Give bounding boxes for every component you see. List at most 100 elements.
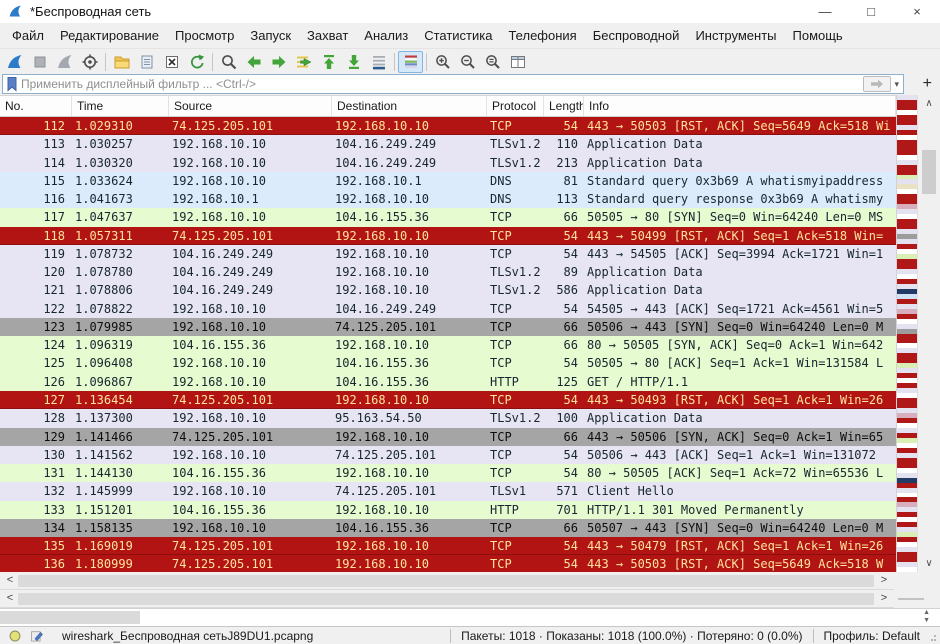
packet-row[interactable]: 1161.041673192.168.10.1 192.168.10.10DNS… xyxy=(0,190,896,208)
spin-down-icon[interactable]: ▼ xyxy=(923,617,930,625)
scroll-right-icon[interactable]: > xyxy=(876,590,892,607)
packet-row[interactable]: 1291.14146674.125.205.101 192.168.10.10T… xyxy=(0,428,896,446)
close-file-icon[interactable] xyxy=(159,51,184,73)
minimap[interactable] xyxy=(896,95,917,572)
column-header-time[interactable]: Time xyxy=(72,96,169,116)
filter-bookmark-icon[interactable] xyxy=(5,76,19,92)
menu-item-2[interactable]: Просмотр xyxy=(167,28,242,43)
packet-row[interactable]: 1361.18099974.125.205.101 192.168.10.10T… xyxy=(0,555,896,573)
menu-item-4[interactable]: Захват xyxy=(299,28,356,43)
spin-up-icon[interactable]: ▲ xyxy=(923,609,930,617)
reload-file-icon[interactable] xyxy=(184,51,209,73)
packet-row[interactable]: 1121.02931074.125.205.101 192.168.10.10T… xyxy=(0,117,896,135)
pane-splitter-handle[interactable] xyxy=(898,598,924,600)
packet-row[interactable]: 1251.096408192.168.10.10 104.16.155.36TC… xyxy=(0,354,896,372)
display-filter-field[interactable]: ▾ xyxy=(2,74,904,94)
go-forward-icon[interactable] xyxy=(266,51,291,73)
packet-row[interactable]: 1181.05731174.125.205.101 192.168.10.10T… xyxy=(0,227,896,245)
menu-item-5[interactable]: Анализ xyxy=(356,28,416,43)
packet-list-hscrollbar[interactable]: < > xyxy=(0,572,894,590)
expert-info-icon[interactable] xyxy=(8,629,22,643)
column-header-source[interactable]: Source xyxy=(169,96,332,116)
scroll-left-icon[interactable]: < xyxy=(2,572,18,589)
colorize-packets-icon[interactable] xyxy=(398,51,423,73)
menu-item-9[interactable]: Инструменты xyxy=(687,28,784,43)
menu-item-10[interactable]: Помощь xyxy=(785,28,851,43)
find-packet-icon[interactable] xyxy=(216,51,241,73)
packet-row[interactable]: 1341.158135192.168.10.10 104.16.155.36TC… xyxy=(0,519,896,537)
resize-columns-icon[interactable] xyxy=(505,51,530,73)
go-last-packet-icon[interactable] xyxy=(341,51,366,73)
column-header-length[interactable]: Length xyxy=(544,96,584,116)
packet-row[interactable]: 1131.030257192.168.10.10 104.16.249.249T… xyxy=(0,135,896,153)
capture-options-icon[interactable] xyxy=(77,51,102,73)
packet-row[interactable]: 1281.137300192.168.10.10 95.163.54.50TLS… xyxy=(0,409,896,427)
vertical-scrollbar-thumb[interactable] xyxy=(922,150,936,194)
packet-row[interactable]: 1211.078806104.16.249.249 192.168.10.10T… xyxy=(0,281,896,299)
packet-row[interactable]: 1331.151201104.16.155.36 192.168.10.10HT… xyxy=(0,501,896,519)
zoom-out-icon[interactable] xyxy=(455,51,480,73)
scroll-up-icon[interactable]: ∧ xyxy=(918,98,940,109)
packet-row[interactable]: 1271.13645474.125.205.101 192.168.10.10T… xyxy=(0,391,896,409)
zoom-in-icon[interactable] xyxy=(430,51,455,73)
menu-item-1[interactable]: Редактирование xyxy=(52,28,167,43)
maximize-button[interactable]: □ xyxy=(848,0,894,23)
go-to-packet-icon[interactable] xyxy=(291,51,316,73)
column-header-destination[interactable]: Destination xyxy=(332,96,487,116)
packet-row[interactable]: 1151.033624192.168.10.10 192.168.10.1DNS… xyxy=(0,172,896,190)
packet-rows: 1121.02931074.125.205.101 192.168.10.10T… xyxy=(0,117,896,573)
stop-capture-icon[interactable] xyxy=(27,51,52,73)
vertical-scrollbar[interactable]: ∧ ∨ xyxy=(917,95,940,572)
packet-row[interactable]: 1241.096319104.16.155.36 192.168.10.10TC… xyxy=(0,336,896,354)
scroll-right-icon[interactable]: > xyxy=(876,572,892,589)
packet-row[interactable]: 1231.079985192.168.10.10 74.125.205.101T… xyxy=(0,318,896,336)
go-first-packet-icon[interactable] xyxy=(316,51,341,73)
hscrollbar-thumb[interactable] xyxy=(18,593,874,605)
minimize-button[interactable]: — xyxy=(802,0,848,23)
packet-row[interactable]: 1191.078732104.16.249.249 192.168.10.10T… xyxy=(0,245,896,263)
detail-pane-hscrollbar[interactable]: < > xyxy=(0,590,894,608)
menu-item-6[interactable]: Статистика xyxy=(416,28,500,43)
packet-row[interactable]: 1141.030320192.168.10.10 104.16.249.249T… xyxy=(0,154,896,172)
packet-row[interactable]: 1321.145999192.168.10.10 74.125.205.101T… xyxy=(0,482,896,500)
column-header-info[interactable]: Info xyxy=(584,96,896,116)
scroll-left-icon[interactable]: < xyxy=(2,590,18,607)
add-filter-button-icon[interactable]: + xyxy=(923,73,932,95)
packet-row[interactable]: 1171.047637192.168.10.10 104.16.155.36TC… xyxy=(0,208,896,226)
packet-row[interactable]: 1221.078822192.168.10.10 104.16.249.249T… xyxy=(0,300,896,318)
packet-row[interactable]: 1261.096867192.168.10.10 104.16.155.36HT… xyxy=(0,373,896,391)
close-button[interactable]: × xyxy=(894,0,940,23)
filter-bar: ▾ + xyxy=(0,73,940,95)
save-file-icon[interactable] xyxy=(134,51,159,73)
hscrollbar-thumb[interactable] xyxy=(18,575,874,587)
packet-row[interactable]: 1351.16901974.125.205.101 192.168.10.10T… xyxy=(0,537,896,555)
start-capture-icon[interactable] xyxy=(2,51,27,73)
menu-item-0[interactable]: Файл xyxy=(4,28,52,43)
filter-dropdown-caret-icon[interactable]: ▾ xyxy=(894,79,899,90)
capture-comment-icon[interactable] xyxy=(30,629,44,643)
packet-row[interactable]: 1301.141562192.168.10.10 74.125.205.101T… xyxy=(0,446,896,464)
collapsed-pane-thumb[interactable] xyxy=(0,611,140,624)
profile-selector[interactable]: Профиль: Default xyxy=(813,629,931,643)
column-header-protocol[interactable]: Protocol xyxy=(487,96,544,116)
menu-item-8[interactable]: Беспроводной xyxy=(585,28,688,43)
packet-row[interactable]: 1311.144130104.16.155.36 192.168.10.10TC… xyxy=(0,464,896,482)
menu-item-7[interactable]: Телефония xyxy=(500,28,584,43)
auto-scroll-icon[interactable] xyxy=(366,51,391,73)
column-header-no[interactable]: No. xyxy=(0,96,72,116)
packet-row[interactable]: 1201.078780104.16.249.249 192.168.10.10T… xyxy=(0,263,896,281)
toolbar-separator xyxy=(426,53,427,71)
status-bar: wireshark_Беспроводная сетьJ89DU1.pcapng… xyxy=(0,626,940,644)
pane-spinner-icons[interactable]: ▲ ▼ xyxy=(923,609,930,625)
restart-capture-icon[interactable] xyxy=(52,51,77,73)
title-bar: *Беспроводная сеть — □ × xyxy=(0,0,940,23)
open-file-icon[interactable] xyxy=(109,51,134,73)
scroll-down-icon[interactable]: ∨ xyxy=(918,558,940,569)
apply-filter-button[interactable] xyxy=(863,76,891,92)
zoom-original-icon[interactable] xyxy=(480,51,505,73)
go-back-icon[interactable] xyxy=(241,51,266,73)
display-filter-input[interactable] xyxy=(21,77,863,91)
resize-grip[interactable] xyxy=(930,630,938,642)
menu-bar: ФайлРедактированиеПросмотрЗапускЗахватАн… xyxy=(0,23,940,48)
menu-item-3[interactable]: Запуск xyxy=(242,28,299,43)
